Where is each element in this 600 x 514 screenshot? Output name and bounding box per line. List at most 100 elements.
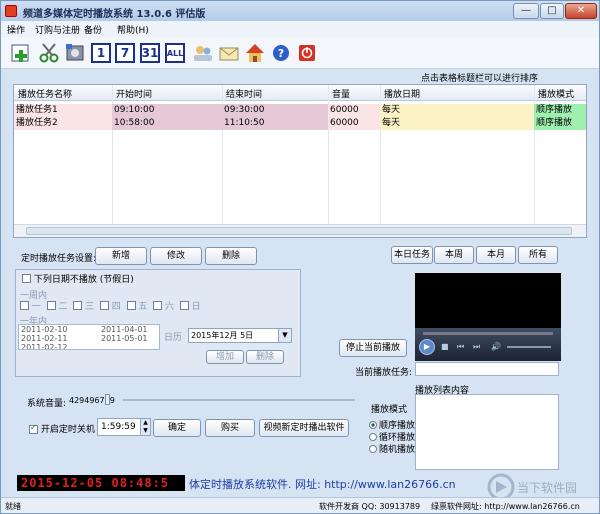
edit-task-button[interactable]: 修改 — [150, 247, 202, 265]
filter-today-button[interactable]: 本日任务 — [391, 246, 433, 264]
task-settings-label: 定时播放任务设置: — [21, 254, 97, 264]
calendar-all-icon[interactable]: ALL — [163, 41, 187, 65]
scissors-icon[interactable] — [37, 41, 61, 65]
filter-month-button[interactable]: 本月 — [476, 246, 516, 264]
list-item[interactable]: 2011-02-12 — [21, 343, 68, 349]
power-icon[interactable] — [295, 41, 319, 65]
table-row[interactable]: 播放任务1 09:10:00 09:30:00 60000 每天 顺序播放 — [14, 104, 586, 117]
stop-icon[interactable]: ■ — [441, 342, 449, 351]
delete-date-button[interactable]: 删除 — [246, 350, 284, 364]
shutdown-checkbox-label: 开启定时关机 — [40, 425, 95, 435]
confirm-button[interactable]: 确定 — [153, 419, 201, 437]
calendar-month-icon[interactable]: 31 — [138, 41, 162, 65]
maximize-button[interactable]: □ — [540, 3, 564, 19]
delete-task-button[interactable]: 删除 — [205, 247, 257, 265]
calendar-day-icon[interactable]: 1 — [89, 41, 113, 65]
status-bar: 就绪 软件开发商 QQ: 30913789 绿禀软件网址: http://www… — [1, 497, 599, 513]
date-value: 2015年12月 5日 — [191, 331, 254, 340]
col-volume[interactable]: 音量 — [332, 87, 350, 100]
close-button[interactable]: ✕ — [565, 3, 597, 19]
play-mode-cell: 顺序播放 — [534, 104, 586, 117]
help-icon[interactable]: ? — [269, 41, 293, 65]
volume-slider[interactable] — [507, 346, 551, 348]
holiday-date-list[interactable]: 2011-02-10 2011-02-11 2011-02-12 2011-04… — [18, 324, 160, 350]
holiday-checkbox[interactable] — [22, 274, 31, 283]
radio-sequential[interactable] — [369, 421, 377, 429]
add-date-button[interactable]: 增加 — [206, 350, 244, 364]
play-date-cell: 每天 — [380, 104, 534, 117]
holiday-checkbox-label: 下列日期不播放 (节假日) — [33, 275, 134, 285]
weekday-checkbox[interactable] — [99, 301, 109, 310]
menu-help[interactable]: 帮助(H) — [117, 23, 149, 36]
weekday-checkbox[interactable] — [73, 301, 83, 310]
film-reel-icon[interactable] — [63, 41, 87, 65]
calendar-week-icon[interactable]: 7 — [113, 41, 137, 65]
minimize-button[interactable]: — — [513, 3, 539, 19]
system-volume-track[interactable] — [123, 399, 355, 401]
col-task-name[interactable]: 播放任务名称 — [18, 87, 72, 100]
playlist-box[interactable] — [415, 394, 559, 470]
menu-backup[interactable]: 备份 — [84, 23, 102, 36]
speaker-icon[interactable]: 🔊 — [491, 342, 501, 351]
window-title: 频道多媒体定时播放系统 13.0.6 评估版 — [23, 9, 206, 20]
radio-loop[interactable] — [369, 433, 377, 441]
list-item[interactable]: 2011-05-01 — [101, 334, 148, 343]
weekday-checkbox[interactable] — [179, 301, 189, 310]
weekday-label: 日 — [191, 302, 201, 312]
list-item[interactable]: 2011-02-10 — [21, 325, 68, 334]
task-name-cell: 播放任务1 — [14, 104, 112, 117]
date-picker[interactable]: 2015年12月 5日 ▼ — [188, 328, 292, 343]
task-name-cell: 播放任务2 — [14, 117, 112, 130]
menu-register[interactable]: 订购与注册 — [35, 23, 80, 36]
col-play-mode[interactable]: 播放模式 — [538, 87, 574, 100]
next-icon[interactable]: ⏭ — [473, 342, 480, 352]
filter-week-button[interactable]: 本周 — [434, 246, 474, 264]
volume-cell: 60000 — [328, 104, 380, 117]
app-logo-icon — [5, 5, 17, 17]
play-icon[interactable]: ▶ — [419, 339, 435, 355]
chevron-down-icon[interactable]: ▼ — [278, 329, 291, 342]
menu-bar: 操作 订购与注册 备份 帮助(H) — [1, 21, 599, 37]
add-task-button[interactable]: 新增 — [95, 247, 147, 265]
users-icon[interactable] — [191, 41, 215, 65]
filter-all-button[interactable]: 所有 — [518, 246, 558, 264]
add-task-icon[interactable] — [9, 41, 33, 65]
home-icon[interactable] — [243, 41, 267, 65]
task-table: 播放任务名称 开始时间 结束时间 音量 播放日期 播放模式 播放任务1 09:1… — [13, 84, 587, 238]
table-row[interactable]: 播放任务2 10:58:00 11:10:50 60000 每天 顺序播放 — [14, 117, 586, 130]
envelope-icon[interactable] — [217, 41, 241, 65]
weekday-checkbox[interactable] — [126, 301, 136, 310]
radio-random[interactable] — [369, 445, 377, 453]
buy-button[interactable]: 购买 — [205, 419, 255, 437]
col-start-time[interactable]: 开始时间 — [116, 87, 152, 100]
volume-cell: 60000 — [328, 117, 380, 130]
stop-playback-button[interactable]: 停止当前播放 — [339, 339, 407, 357]
previous-icon[interactable]: ⏮ — [457, 342, 464, 352]
list-item[interactable]: 2011-02-11 — [21, 334, 68, 343]
weekday-checkbox[interactable] — [20, 301, 29, 310]
time-spinner[interactable]: ▲ ▼ — [140, 419, 150, 435]
scrollbar-thumb[interactable] — [26, 227, 572, 235]
shutdown-checkbox[interactable] — [29, 425, 38, 434]
video-software-button[interactable]: 视频新定时播出软件 — [259, 419, 349, 437]
seek-bar[interactable] — [423, 332, 553, 335]
weekday-label: 一 — [31, 302, 41, 312]
horizontal-scrollbar[interactable] — [14, 224, 586, 237]
date-column: 2011-04-01 2011-05-01 — [101, 325, 148, 343]
mode-random[interactable]: 随机播放 — [369, 442, 415, 455]
play-mode-cell: 顺序播放 — [534, 117, 586, 130]
shutdown-checkbox-row[interactable]: 开启定时关机 — [29, 422, 95, 435]
weekday-checkbox[interactable] — [46, 301, 56, 310]
menu-operate[interactable]: 操作 — [7, 23, 25, 36]
system-volume-thumb[interactable] — [105, 394, 110, 405]
weekday-checkbox[interactable] — [153, 301, 163, 310]
list-item[interactable]: 2011-04-01 — [101, 325, 148, 334]
calendar-label: 日历 — [164, 333, 183, 343]
svg-text:?: ? — [278, 47, 284, 60]
table-header: 播放任务名称 开始时间 结束时间 音量 播放日期 播放模式 — [14, 85, 586, 101]
status-vendor: 软件开发商 QQ: 30913789 — [319, 502, 421, 511]
col-end-time[interactable]: 结束时间 — [226, 87, 262, 100]
col-play-date[interactable]: 播放日期 — [384, 87, 420, 100]
holiday-checkbox-row[interactable]: 下列日期不播放 (节假日) — [22, 272, 134, 285]
player-controls: ▶ ■ ⏮ ⏭ 🔊 — [415, 328, 561, 361]
